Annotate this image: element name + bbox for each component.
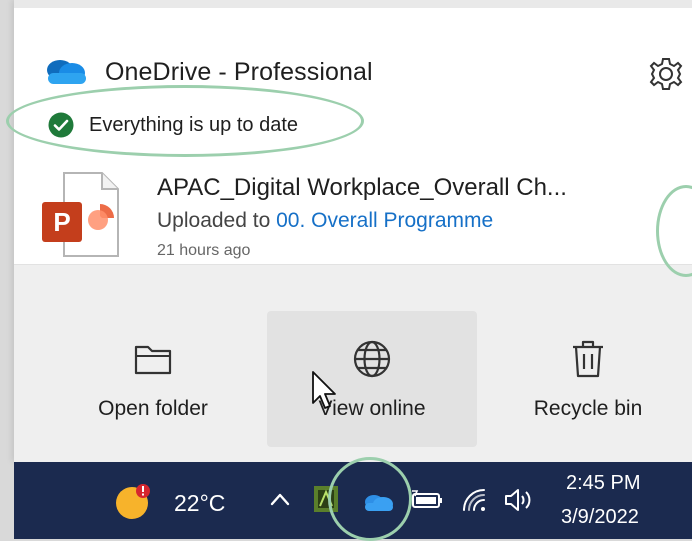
svg-text:P: P: [53, 207, 70, 237]
volume-icon[interactable]: [502, 486, 536, 514]
clock-time[interactable]: 2:45 PM: [566, 472, 640, 495]
open-folder-button[interactable]: Open folder: [48, 311, 258, 447]
weather-sun-icon[interactable]: [114, 482, 154, 522]
folder-icon: [134, 345, 172, 375]
recycle-bin-button[interactable]: Recycle bin: [483, 311, 692, 447]
chevron-up-icon[interactable]: [268, 484, 292, 514]
upload-info: Uploaded to 00. Overall Programme: [157, 209, 493, 233]
onedrive-flyout: OneDrive - Professional Everything is up…: [14, 0, 692, 462]
trash-icon: [573, 340, 603, 378]
flyout-top-edge: [14, 0, 692, 8]
open-folder-label: Open folder: [98, 397, 208, 420]
powerpoint-file-icon: P: [42, 172, 119, 257]
mouse-pointer-icon: [312, 371, 336, 409]
view-online-button[interactable]: View online: [267, 311, 477, 447]
upload-location-link[interactable]: 00. Overall Programme: [276, 209, 493, 232]
action-bar: Open folder View online Recycle bin: [14, 264, 692, 462]
upload-prefix: Uploaded to: [157, 209, 271, 232]
tray-highlight-circle: [328, 457, 412, 541]
clock-date[interactable]: 3/9/2022: [561, 506, 639, 529]
battery-icon[interactable]: [410, 488, 444, 512]
globe-icon: [353, 340, 391, 378]
gear-icon[interactable]: [646, 54, 686, 94]
status-highlight-circle: [6, 85, 364, 157]
onedrive-cloud-icon: [47, 60, 86, 84]
recent-file-item[interactable]: P APAC_Digital Workplace_Overall Ch... U…: [36, 168, 692, 264]
view-online-label: View online: [318, 397, 426, 420]
app-title: OneDrive - Professional: [105, 58, 373, 86]
wifi-icon[interactable]: [460, 486, 488, 514]
file-name: APAC_Digital Workplace_Overall Ch...: [157, 174, 567, 201]
upload-time: 21 hours ago: [157, 242, 251, 259]
recycle-bin-label: Recycle bin: [533, 397, 643, 420]
temperature-label[interactable]: 22°C: [174, 490, 225, 517]
